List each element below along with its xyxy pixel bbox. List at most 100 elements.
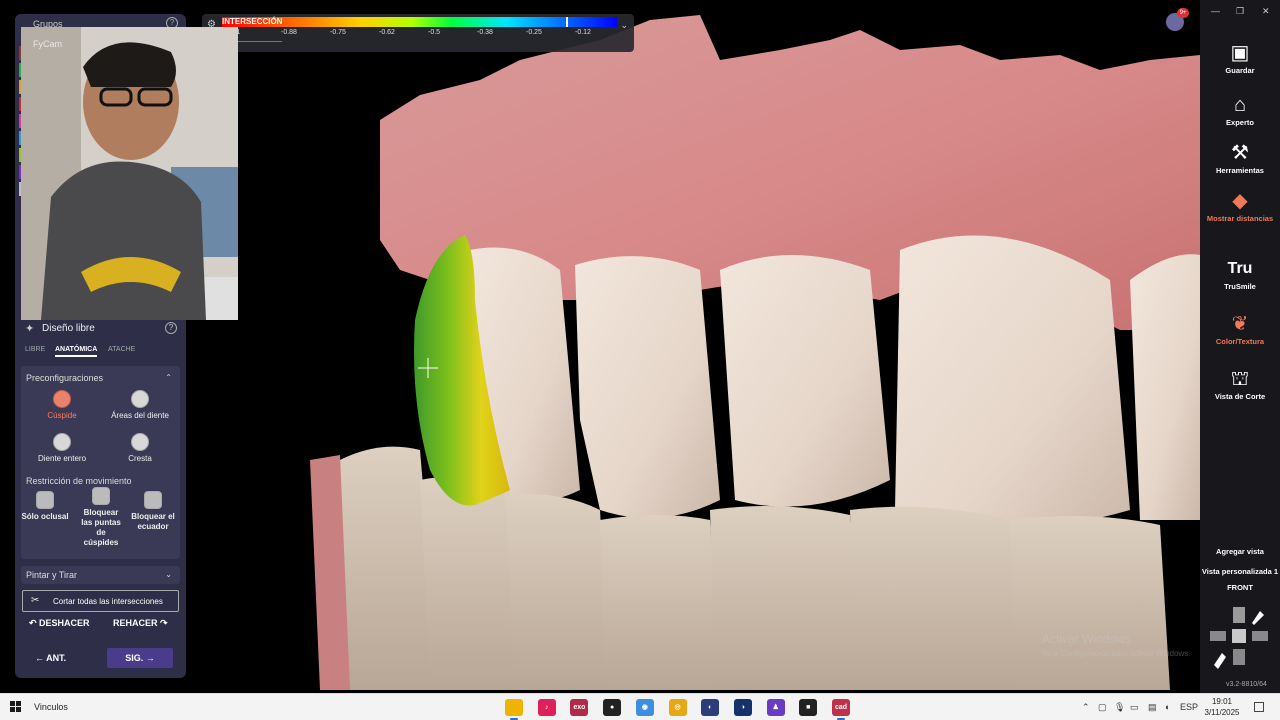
colorbar-tick-label: -0.5	[428, 29, 441, 36]
design-title: Diseño libre	[42, 323, 95, 334]
camera-icon[interactable]: ▭	[1130, 702, 1139, 713]
record-icon[interactable]: ■	[799, 699, 818, 716]
clock-time: 19:01	[1211, 697, 1233, 706]
colorbar-tick-label: -0.62	[379, 29, 395, 36]
tiktok-icon[interactable]: ♪	[537, 699, 556, 716]
windows-activation-title: Activar Windows	[1042, 632, 1131, 646]
cut-all-label: Cortar todas las intersecciones	[53, 597, 163, 606]
preset-diente-entero[interactable]: Diente entero	[25, 433, 99, 464]
chevron-up-icon[interactable]: ⌃	[1082, 702, 1090, 713]
chrome-icon[interactable]: ◎	[668, 699, 687, 716]
obs-icon[interactable]: ●	[603, 699, 622, 716]
prev-label: ANT.	[46, 653, 67, 663]
restriction-label: Sólo oclusal	[21, 512, 69, 521]
preset-label: Áreas del diente	[111, 411, 169, 420]
restriction-cusp-tips[interactable]: Bloquear las puntas de cúspides	[79, 487, 123, 548]
presets-section: Preconfiguraciones ⌃ Cúspide Áreas del d…	[21, 366, 180, 559]
volume-icon[interactable]: ◖	[1164, 702, 1169, 712]
next-label: SIG.	[125, 653, 144, 663]
preset-cresta[interactable]: Cresta	[103, 433, 177, 464]
cusp-tips-lock-icon	[92, 487, 110, 505]
tool-herramientas[interactable]: ⚒ Herramientas	[1200, 140, 1280, 175]
restriction-label: Bloquear las puntas de cúspides	[81, 508, 121, 547]
app-dark-icon[interactable]: ◑	[733, 699, 752, 716]
tool-trusmile[interactable]: Tru TruSmile	[1200, 256, 1280, 291]
tooth-areas-icon	[131, 390, 149, 408]
intersection-color-scale: ⚙ INTERSECCIÓN -1-0.88-0.75-0.62-0.5-0.3…	[202, 14, 634, 52]
tool-label: Guardar	[1225, 66, 1255, 75]
add-view-button[interactable]: Agregar vista	[1200, 547, 1280, 556]
webcam-overlay: FyCam	[21, 27, 238, 320]
tool-mostrar-distancias[interactable]: ◆ Mostrar distancias	[1200, 188, 1280, 223]
undo-label: DESHACER	[39, 618, 90, 628]
taskbar-clock[interactable]: 19:01 3/11/2025	[1202, 696, 1242, 718]
arrow-right-icon: →	[143, 653, 155, 663]
previous-button[interactable]: ← ANT.	[35, 648, 85, 668]
crosshair-cursor-icon	[418, 358, 438, 378]
window-controls: — ❐ ✕	[1200, 6, 1280, 20]
windows-activation-subtitle: Ve a Configuración para activar Windows.	[1042, 649, 1191, 658]
presets-title: Preconfiguraciones	[26, 373, 104, 383]
tray-app-icon[interactable]: ▢	[1098, 702, 1107, 713]
preset-cuspide[interactable]: Cúspide	[25, 390, 99, 421]
network-icon[interactable]: ▤	[1148, 702, 1157, 713]
preset-areas-del-diente[interactable]: Áreas del diente	[103, 390, 177, 421]
app-blue-icon[interactable]: ◐	[701, 699, 720, 716]
cut-view-icon: ⛫	[1230, 368, 1250, 390]
view-navigation-cube[interactable]	[1208, 605, 1272, 675]
color-texture-icon: ❦	[1231, 313, 1249, 335]
meshmixer-icon[interactable]: ◉	[635, 699, 654, 716]
tool-label: Herramientas	[1216, 166, 1264, 175]
language-indicator[interactable]: ESP	[1180, 702, 1198, 712]
help-icon[interactable]: ?	[165, 322, 177, 334]
arrow-left-icon: ←	[35, 653, 47, 663]
tools-icon: ⚒	[1231, 142, 1249, 164]
tool-label: Color/Textura	[1215, 337, 1265, 346]
tab-atache[interactable]: ATACHE	[108, 346, 135, 353]
chevron-down-icon[interactable]: ⌄	[620, 20, 628, 31]
tab-libre[interactable]: LIBRE	[25, 346, 45, 353]
front-view-button[interactable]: FRONT	[1200, 583, 1280, 592]
scale-marker[interactable]	[565, 17, 568, 27]
tool-experto[interactable]: ⌂ Experto	[1200, 92, 1280, 127]
cam-label: FyCam	[33, 39, 62, 49]
exocad-icon[interactable]: exo	[570, 699, 589, 716]
restore-icon[interactable]: ❐	[1236, 6, 1244, 17]
preset-label: Cúspide	[47, 411, 77, 420]
undo-button[interactable]: ↶ DESHACER	[29, 618, 90, 629]
notification-center-icon[interactable]	[1254, 702, 1264, 712]
webcam-video	[21, 27, 238, 320]
colorbar-tick-label: -0.75	[330, 29, 346, 36]
chevron-up-icon[interactable]: ⌃	[165, 373, 172, 382]
tool-vista-de-corte[interactable]: ⛫ Vista de Corte	[1200, 366, 1280, 401]
custom-view-button[interactable]: Vista personalizada 1	[1200, 567, 1280, 576]
app-purple-icon[interactable]: ♟	[766, 699, 785, 716]
cut-all-intersections-button[interactable]: ✂ Cortar todas las intersecciones	[22, 590, 179, 612]
right-toolbar: — ❐ ✕ ▣ Guardar ⌂ Experto ⚒ Herramientas…	[1200, 0, 1280, 693]
notifications-icon[interactable]: 9+	[1166, 8, 1189, 31]
tool-guardar[interactable]: ▣ Guardar	[1200, 40, 1280, 75]
colorbar-ticks: -1-0.88-0.75-0.62-0.5-0.38-0.25-0.12	[234, 29, 596, 39]
tab-anatomica[interactable]: ANATÓMICA	[55, 346, 98, 357]
restriction-ecuador[interactable]: Bloquear el ecuador	[124, 491, 182, 532]
close-icon[interactable]: ✕	[1262, 6, 1270, 17]
tool-color-textura[interactable]: ❦ Color/Textura	[1200, 311, 1280, 346]
paint-and-pull-section[interactable]: Pintar y Tirar ⌄	[21, 566, 180, 584]
taskbar-search-text[interactable]: Vinculos	[34, 702, 68, 712]
file-explorer-icon[interactable]	[505, 699, 523, 720]
redo-button[interactable]: REHACER ↷	[113, 618, 168, 629]
whole-tooth-icon	[53, 433, 71, 451]
design-tabs: LIBRE ANATÓMICA ATACHE	[15, 344, 186, 360]
graduation-cap-icon: ⌂	[1233, 94, 1247, 116]
version-label: v3.2-8810/64	[1226, 681, 1267, 688]
restriction-solo-oclusal[interactable]: Sólo oclusal	[15, 491, 78, 522]
colorbar-tick-label: -0.38	[477, 29, 493, 36]
colorbar-tick-label: -0.12	[575, 29, 591, 36]
tool-label: TruSmile	[1224, 282, 1256, 291]
restriction-label: Bloquear el ecuador	[131, 512, 175, 531]
next-button[interactable]: SIG. →	[107, 648, 173, 668]
windows-start-icon[interactable]	[10, 701, 22, 713]
exocad-cad-icon[interactable]: cad	[832, 699, 850, 720]
microphone-icon[interactable]: 🎙	[1114, 702, 1125, 713]
minimize-icon[interactable]: —	[1211, 6, 1220, 16]
